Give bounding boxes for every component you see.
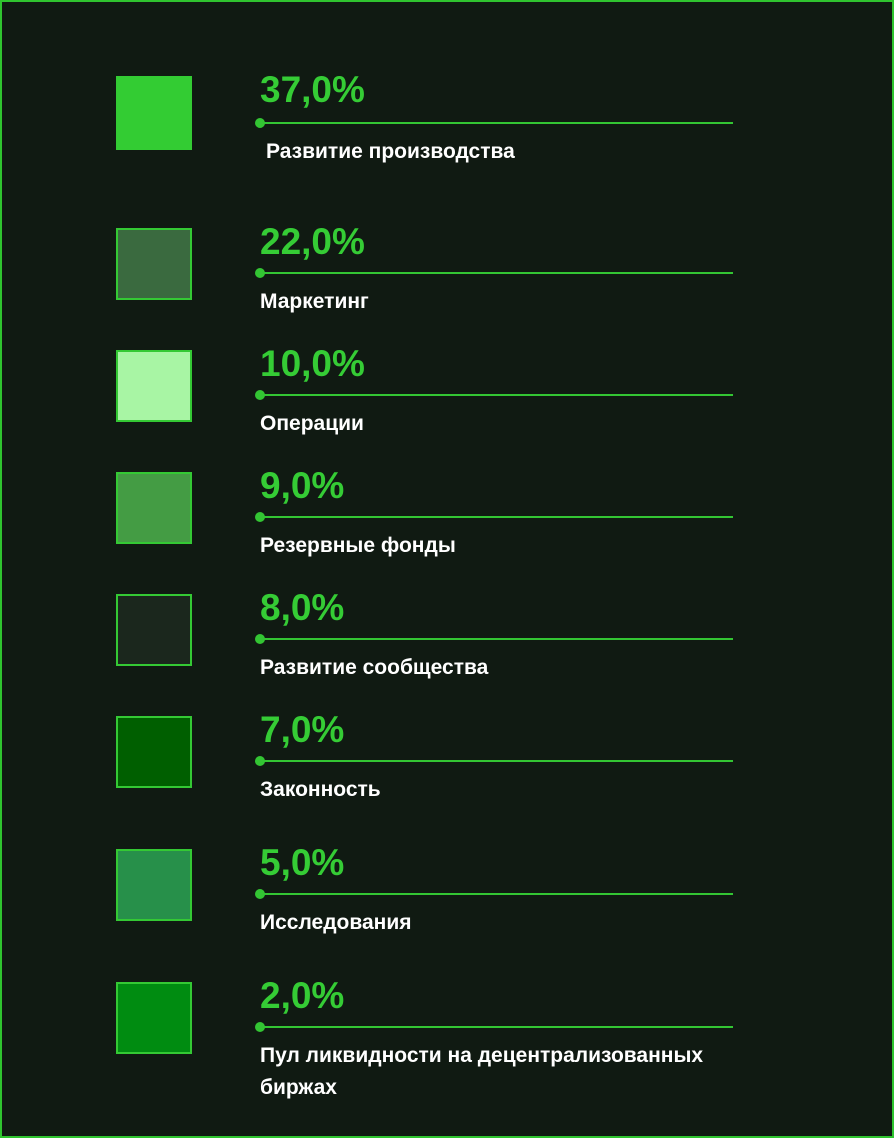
bullet-dot <box>255 390 265 400</box>
bullet-dot <box>255 118 265 128</box>
divider-line <box>260 638 733 640</box>
color-swatch <box>116 982 192 1054</box>
percent-value: 8,0% <box>260 587 345 628</box>
category-label: Развитие сообщества <box>260 656 489 679</box>
bullet-dot <box>255 889 265 899</box>
color-swatch <box>116 350 192 422</box>
divider-line <box>260 272 733 274</box>
category-label: Законность <box>260 778 381 801</box>
category-label: Развитие производства <box>266 140 515 163</box>
percent-value: 9,0% <box>260 465 345 506</box>
bullet-dot <box>255 268 265 278</box>
bullet-dot <box>255 634 265 644</box>
category-label: Резервные фонды <box>260 534 456 557</box>
percent-value: 2,0% <box>260 975 345 1016</box>
divider-line <box>260 394 733 396</box>
percent-value: 5,0% <box>260 842 345 883</box>
color-swatch <box>116 594 192 666</box>
percent-value: 10,0% <box>260 343 365 384</box>
color-swatch <box>116 716 192 788</box>
percent-value: 37,0% <box>260 69 365 110</box>
divider-line <box>260 1026 733 1028</box>
percent-value: 22,0% <box>260 221 365 262</box>
color-swatch <box>116 228 192 300</box>
color-swatch <box>116 849 192 921</box>
category-label: Операции <box>260 412 364 435</box>
divider-line <box>260 516 733 518</box>
percent-value: 7,0% <box>260 709 345 750</box>
color-swatch <box>116 472 192 544</box>
category-label: Пул ликвидности на децентрализованных би… <box>260 1044 704 1099</box>
bullet-dot <box>255 756 265 766</box>
divider-line <box>260 122 733 124</box>
bullet-dot <box>255 512 265 522</box>
divider-line <box>260 760 733 762</box>
category-label: Маркетинг <box>260 290 369 313</box>
legend-panel: 37,0% Развитие производства 22,0% Маркетинг… <box>0 0 894 1138</box>
bullet-dot <box>255 1022 265 1032</box>
color-swatch <box>116 76 192 150</box>
divider-line <box>260 893 733 895</box>
category-label: Исследования <box>260 911 412 934</box>
